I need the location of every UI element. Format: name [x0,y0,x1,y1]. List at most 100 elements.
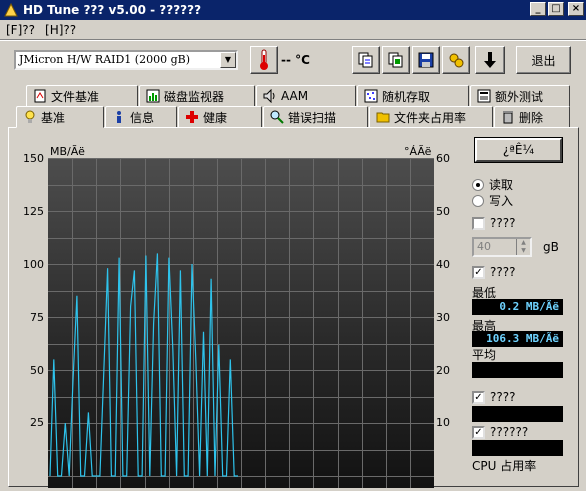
left-axis-unit: MB/Ãë [50,145,85,158]
temperature-value: -- °C [281,53,310,67]
tab-file-benchmark[interactable]: 文件基准 [26,85,138,107]
magnifier-icon [270,110,284,124]
max-value: 106.3 MB/Ãë [472,331,563,347]
file-benchmark-icon [33,89,47,103]
tab-label: 健康 [203,110,228,125]
maximize-button[interactable]: □ [548,2,564,16]
left-tick: 100 [23,258,44,271]
min-value: 0.2 MB/Ãë [472,299,563,315]
close-button[interactable]: × [568,2,584,16]
checkbox-box[interactable]: ✓ [472,390,485,404]
disk-monitor-icon [146,89,160,103]
extra-tests-icon [477,89,491,103]
read-radio[interactable]: 读取 [472,176,513,193]
right-axis-unit: °ÁÃë [404,145,432,158]
app-icon [3,2,19,18]
write-label: 写入 [489,194,514,208]
right-tick: 40 [436,258,450,271]
checkbox-label: ?????? [490,425,529,439]
radio-dot[interactable] [472,178,484,191]
health-cross-icon [185,110,199,124]
copy-info-icon [388,52,403,68]
tab-health[interactable]: 健康 [178,106,262,128]
drive-select-value: JMicron H/W RAID1 (2000 gB) [19,53,190,66]
checkbox-box[interactable]: ✓ [472,425,485,439]
checkbox-box[interactable] [472,216,485,230]
tab-label: 错误扫描 [288,110,337,125]
download-icon [484,52,496,68]
exit-button[interactable]: 退出 [516,46,571,74]
right-tick: 10 [436,416,450,429]
read-label: 读取 [489,178,514,192]
save-button[interactable] [412,46,440,74]
trash-icon [501,110,515,124]
copy-button[interactable] [352,46,380,74]
tab-erase[interactable]: 删除 [494,106,570,128]
tab-disk-monitor[interactable]: 磁盘监视器 [139,85,255,107]
option-checkbox-2[interactable]: ✓ ???? [472,265,515,279]
checkbox-label: ???? [490,390,516,404]
right-tick: 30 [436,311,450,324]
right-tick: 50 [436,205,450,218]
random-access-icon [364,89,378,103]
tab-label: 随机存取 [382,89,431,104]
option-checkbox-3[interactable]: ✓ ???? [472,390,515,404]
left-tick: 150 [23,152,44,165]
tab-random-access[interactable]: 随机存取 [357,85,469,107]
tab-extra-tests[interactable]: 额外测试 [470,85,570,107]
tab-label: 删除 [519,110,544,125]
temperature-button[interactable] [250,46,278,74]
tab-label: 文件基准 [51,89,100,104]
tab-benchmark[interactable]: 基准 [16,106,104,128]
options-icon [449,53,464,68]
menu-file[interactable]: [F]?? [6,21,35,39]
tab-label: 信息 [130,110,155,125]
options-button[interactable] [442,46,470,74]
tab-label: 文件夹占用率 [394,110,467,125]
checkbox-label: ???? [490,216,516,230]
access-time-value [472,406,563,422]
menu-bar: [F]?? [H]?? [0,21,76,39]
thermometer-icon [260,49,268,70]
radio-dot[interactable] [472,194,484,207]
avg-value [472,362,563,378]
tab-label: 基准 [41,110,66,125]
drive-select[interactable]: JMicron H/W RAID1 (2000 gB) ▼ [14,50,238,70]
download-button[interactable] [475,46,505,74]
size-value: 40 [477,240,491,253]
info-icon [112,110,126,124]
option-checkbox-1[interactable]: ???? [472,216,515,230]
chevron-down-icon[interactable]: ▼ [220,52,236,68]
folder-icon [376,110,390,124]
checkbox-box[interactable]: ✓ [472,265,485,279]
left-tick: 75 [30,311,44,324]
tab-folder-usage[interactable]: 文件夹占用率 [369,106,493,128]
minimize-button[interactable]: _ [530,2,546,16]
burst-rate-value [472,440,563,456]
size-unit: gB [543,240,559,254]
window-title: HD Tune ??? v5.00 - ?????? [23,3,202,17]
size-spinner[interactable]: 40 ▲ ▼ [472,237,532,257]
transfer-rate-series [49,253,238,477]
title-bar: HD Tune ??? v5.00 - ?????? _ □ × [0,0,586,20]
menu-separator [0,39,586,41]
tab-label: 额外测试 [495,89,544,104]
tab-info[interactable]: 信息 [105,106,177,128]
spinner-arrows-icon[interactable]: ▲ ▼ [516,239,530,255]
menu-help[interactable]: [H]?? [45,21,76,39]
speaker-icon [263,88,277,104]
lightbulb-icon [23,110,37,124]
option-checkbox-4[interactable]: ✓ ?????? [472,425,528,439]
tab-error-scan[interactable]: 错误扫描 [263,106,368,128]
benchmark-chart [48,158,434,488]
right-tick: 60 [436,152,450,165]
copy-info-button[interactable] [382,46,410,74]
write-radio[interactable]: 写入 [472,192,513,209]
tab-label: 磁盘监视器 [164,89,225,104]
start-button[interactable]: ¿ªÊ¼ [475,138,562,162]
checkbox-label: ???? [490,265,516,279]
copy-icon [358,52,373,68]
tab-label: AAM [281,89,309,103]
tab-aam[interactable]: AAM [256,85,356,107]
left-tick: 125 [23,205,44,218]
